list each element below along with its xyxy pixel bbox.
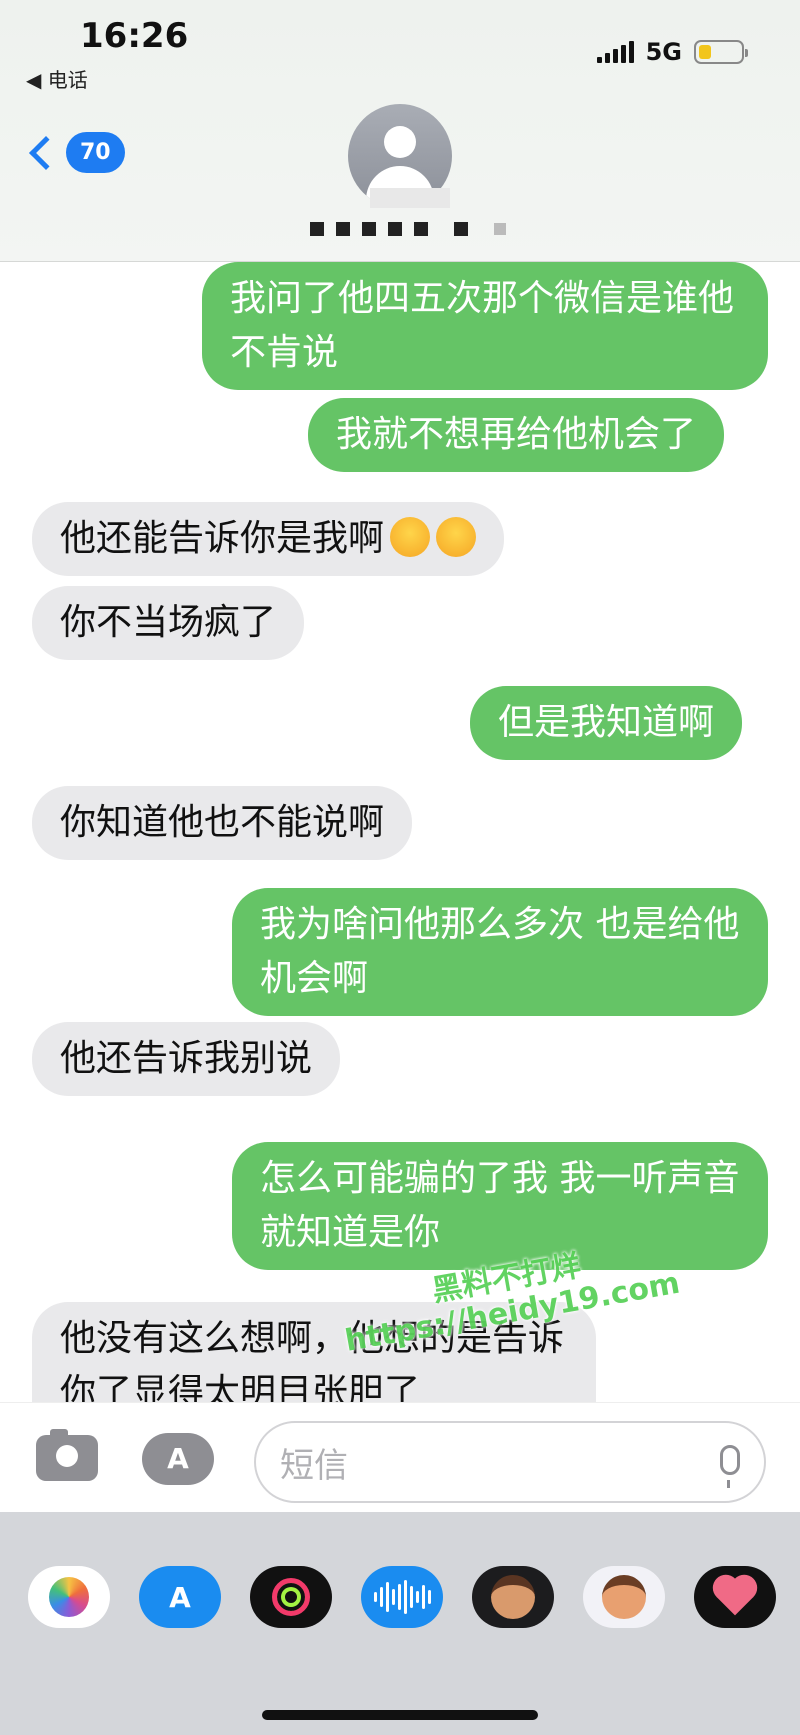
app-strip[interactable]: A xyxy=(0,1556,800,1642)
message-bubble-incoming[interactable]: 你不当场疯了 xyxy=(32,586,305,660)
message-bubble-outgoing[interactable]: 我就不想再给他机会了 xyxy=(308,398,725,472)
fitness-icon[interactable] xyxy=(250,1566,332,1628)
back-to-app-link[interactable]: ◀ 电话 xyxy=(26,64,88,93)
microphone-icon[interactable] xyxy=(720,1445,740,1488)
conversation-header: 16:26 ◀ 电话 5G 70 xyxy=(0,0,800,262)
chevron-left-icon xyxy=(29,135,63,170)
contact-name-mask xyxy=(370,188,450,208)
status-indicators: 5G xyxy=(596,38,748,66)
memoji-stickers-icon[interactable] xyxy=(583,1566,665,1628)
message-list[interactable]: 我问了他四五次那个微信是谁他不肯说 我就不想再给他机会了 他还能告诉你是我啊 你… xyxy=(0,262,800,1402)
upside-down-face-emoji-icon xyxy=(436,517,477,557)
battery-icon xyxy=(694,40,748,64)
message-bubble-incoming[interactable]: 他还告诉我别说 xyxy=(32,1022,341,1096)
unread-count-badge: 70 xyxy=(66,132,125,173)
digital-touch-icon[interactable] xyxy=(694,1566,776,1628)
network-type: 5G xyxy=(645,38,682,66)
cellular-signal-icon xyxy=(596,41,634,63)
message-bubble-outgoing[interactable]: 我为啥问他那么多次 也是给他机会啊 xyxy=(232,888,768,1016)
audio-message-icon[interactable] xyxy=(361,1566,443,1628)
memoji-icon[interactable] xyxy=(472,1566,554,1628)
compose-bar: A 短信 xyxy=(0,1402,800,1512)
message-bubble-outgoing[interactable]: 我问了他四五次那个微信是谁他不肯说 xyxy=(202,262,768,390)
status-time: 16:26 xyxy=(80,16,189,56)
message-bubble-outgoing[interactable]: 但是我知道啊 xyxy=(470,686,743,760)
message-bubble-incoming[interactable]: 你知道他也不能说啊 xyxy=(32,786,413,860)
camera-icon[interactable] xyxy=(36,1429,98,1481)
back-button[interactable]: 70 xyxy=(29,132,125,173)
app-store-button[interactable]: A xyxy=(142,1433,214,1485)
message-bubble-outgoing[interactable]: 怎么可能骗的了我 我一听声音就知道是你 xyxy=(232,1142,768,1270)
app-store-icon[interactable]: A xyxy=(139,1566,221,1628)
upside-down-face-emoji-icon xyxy=(390,517,431,557)
message-input[interactable]: 短信 xyxy=(254,1421,766,1503)
photos-icon[interactable] xyxy=(28,1566,110,1628)
home-indicator[interactable] xyxy=(262,1710,538,1720)
contact-name-redacted[interactable] xyxy=(310,222,506,236)
message-bubble-incoming[interactable]: 他还能告诉你是我啊 xyxy=(32,502,505,576)
imessage-app-drawer: A xyxy=(0,1512,800,1735)
